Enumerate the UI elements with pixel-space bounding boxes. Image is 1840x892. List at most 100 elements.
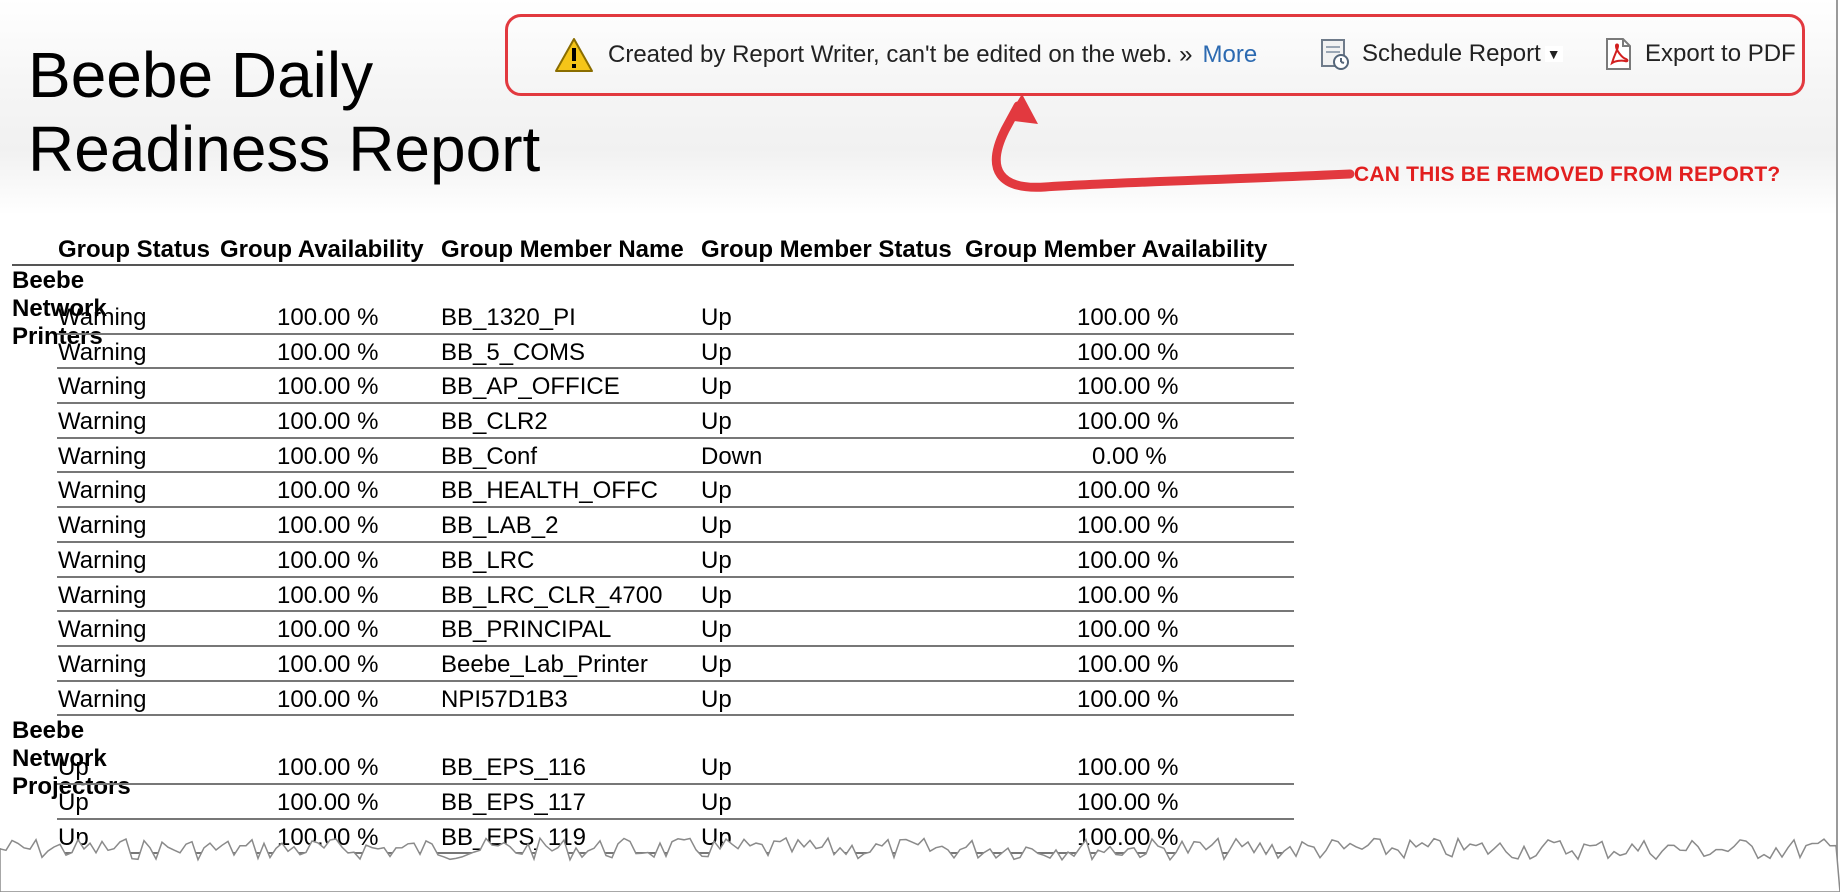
cell-member-availability: 100.00 % bbox=[1077, 754, 1179, 782]
report-title: Beebe Daily Readiness Report bbox=[28, 38, 540, 186]
row-divider bbox=[57, 471, 1294, 474]
row-divider bbox=[57, 367, 1294, 370]
schedule-report-label: Schedule Report bbox=[1362, 40, 1541, 67]
cell-group-status: Warning bbox=[58, 373, 147, 401]
cell-group-status: Warning bbox=[58, 442, 147, 470]
row-divider bbox=[57, 506, 1294, 509]
cell-group-status: Up bbox=[58, 788, 89, 816]
cell-group-status: Warning bbox=[58, 616, 147, 644]
col-group-member-status: Group Member Status bbox=[701, 236, 952, 263]
cell-group-availability: 100.00 % bbox=[277, 442, 379, 470]
cell-group-availability: 100.00 % bbox=[277, 338, 379, 366]
caret-down-icon[interactable]: ▼ bbox=[1544, 46, 1563, 62]
col-group-status: Group Status bbox=[58, 236, 211, 263]
more-link[interactable]: More bbox=[1202, 41, 1257, 69]
cell-group-availability: 100.00 % bbox=[277, 788, 379, 816]
header-divider bbox=[12, 264, 1294, 266]
cell-member-availability: 100.00 % bbox=[1077, 512, 1179, 540]
cell-member-name: BB_Conf bbox=[441, 442, 538, 470]
row-divider bbox=[57, 402, 1294, 405]
row-divider bbox=[57, 332, 1294, 335]
cell-member-availability: 0.00 % bbox=[1092, 442, 1167, 470]
cell-member-status: Up bbox=[701, 581, 732, 609]
export-pdf-label: Export to PDF bbox=[1645, 40, 1796, 67]
col-group-member-name: Group Member Name bbox=[441, 236, 684, 263]
cell-member-availability: 100.00 % bbox=[1077, 373, 1179, 401]
cell-member-status: Up bbox=[701, 546, 732, 574]
schedule-report-button[interactable]: Schedule Report ▼ bbox=[1320, 37, 1563, 71]
cell-member-name: Beebe_Lab_Printer bbox=[441, 650, 648, 678]
col-group-member-availability: Group Member Availability bbox=[965, 236, 1268, 263]
cell-member-name: BB_CLR2 bbox=[441, 408, 548, 436]
cell-group-status: Warning bbox=[58, 685, 147, 713]
report-title-line2: Readiness Report bbox=[28, 113, 541, 185]
cell-member-name: BB_5_COMS bbox=[441, 338, 586, 366]
cell-group-availability: 100.00 % bbox=[277, 685, 379, 713]
annotation-arrow bbox=[991, 94, 1355, 192]
cell-group-availability: 100.00 % bbox=[277, 304, 379, 331]
cell-group-availability: 100.00 % bbox=[277, 754, 379, 782]
cell-member-availability: 100.00 % bbox=[1077, 477, 1179, 505]
cell-member-availability: 100.00 % bbox=[1077, 546, 1179, 574]
cell-member-status: Up bbox=[701, 373, 732, 401]
edit-warning: Created by Report Writer, can't be edite… bbox=[554, 37, 1257, 73]
cell-member-name: BB_EPS_116 bbox=[441, 754, 586, 782]
cell-member-status: Up bbox=[701, 788, 732, 816]
cell-member-name: BB_AP_OFFICE bbox=[441, 373, 620, 401]
cell-member-name: BB_LRC bbox=[441, 546, 535, 574]
cell-member-status: Up bbox=[701, 512, 732, 540]
cell-member-availability: 100.00 % bbox=[1077, 408, 1179, 436]
report-toolbar: Created by Report Writer, can't be edite… bbox=[505, 14, 1805, 96]
row-divider bbox=[57, 436, 1294, 439]
cell-member-status: Up bbox=[701, 650, 732, 678]
cell-group-availability: 100.00 % bbox=[277, 408, 379, 436]
row-divider bbox=[57, 610, 1294, 613]
cell-group-status: Warning bbox=[58, 408, 147, 436]
export-pdf-button[interactable]: Export to PDF bbox=[1603, 37, 1796, 71]
cell-member-status: Up bbox=[701, 304, 732, 331]
cell-group-status: Warning bbox=[58, 477, 147, 505]
cell-member-status: Up bbox=[701, 408, 732, 436]
row-divider bbox=[57, 575, 1294, 578]
torn-edge bbox=[0, 836, 1840, 892]
row-divider bbox=[57, 714, 1294, 717]
cell-member-name: BB_EPS_117 bbox=[441, 788, 586, 816]
cell-member-availability: 100.00 % bbox=[1077, 338, 1179, 366]
cell-member-availability: 100.00 % bbox=[1077, 581, 1179, 609]
cell-member-status: Up bbox=[701, 754, 732, 782]
cell-group-status: Warning bbox=[58, 304, 147, 331]
row-divider bbox=[57, 540, 1294, 543]
cell-member-availability: 100.00 % bbox=[1077, 304, 1179, 331]
cell-member-availability: 100.00 % bbox=[1077, 616, 1179, 644]
calendar-clock-icon bbox=[1321, 39, 1349, 70]
cell-member-name: BB_1320_PI bbox=[441, 304, 576, 331]
cell-group-status: Warning bbox=[58, 512, 147, 540]
col-group-availability: Group Availability bbox=[220, 236, 424, 263]
cell-group-availability: 100.00 % bbox=[277, 546, 379, 574]
cell-member-status: Down bbox=[701, 442, 763, 470]
cell-member-availability: 100.00 % bbox=[1077, 788, 1179, 816]
cell-member-status: Up bbox=[701, 338, 732, 366]
annotation-text: CAN THIS BE REMOVED FROM REPORT? bbox=[1354, 163, 1781, 186]
pdf-icon bbox=[1606, 38, 1631, 70]
row-divider bbox=[57, 679, 1294, 682]
warning-text: Created by Report Writer, can't be edite… bbox=[608, 41, 1193, 68]
report-page: Beebe Daily Readiness Report Created by … bbox=[0, 0, 1840, 892]
cell-member-availability: 100.00 % bbox=[1077, 650, 1179, 678]
cell-member-name: BB_LAB_2 bbox=[441, 512, 559, 540]
cell-member-name: BB_HEALTH_OFFC bbox=[441, 477, 658, 505]
row-divider bbox=[57, 782, 1294, 785]
cell-member-name: BB_PRINCIPAL bbox=[441, 616, 612, 644]
cell-group-availability: 100.00 % bbox=[277, 650, 379, 678]
cell-group-availability: 100.00 % bbox=[277, 512, 379, 540]
cell-member-name: BB_LRC_CLR_4700 bbox=[441, 581, 663, 609]
report-title-line1: Beebe Daily bbox=[28, 39, 374, 111]
cell-group-availability: 100.00 % bbox=[277, 373, 379, 401]
cell-member-availability: 100.00 % bbox=[1077, 685, 1179, 713]
cell-group-status: Warning bbox=[58, 650, 147, 678]
cell-member-status: Up bbox=[701, 616, 732, 644]
cell-group-status: Warning bbox=[58, 581, 147, 609]
cell-group-availability: 100.00 % bbox=[277, 581, 379, 609]
cell-group-availability: 100.00 % bbox=[277, 477, 379, 505]
cell-group-status: Up bbox=[58, 754, 89, 782]
